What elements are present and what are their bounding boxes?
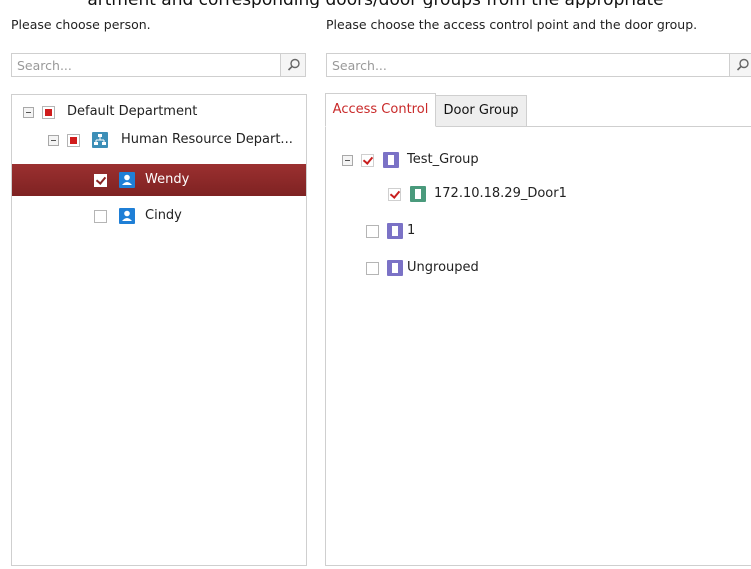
door-group-icon — [387, 260, 403, 276]
tree-node-wendy[interactable]: Wendy — [12, 164, 306, 196]
tree-node-label: 172.10.18.29_Door1 — [434, 186, 567, 201]
person-icon — [119, 172, 135, 188]
search-icon — [736, 58, 749, 71]
page-banner-text: artment and corresponding doors/door gro… — [0, 0, 751, 8]
tree-node-ungrouped[interactable]: Ungrouped — [326, 254, 751, 282]
partial-checkbox[interactable] — [42, 106, 55, 119]
person-search-input[interactable] — [12, 54, 280, 76]
access-search-button[interactable] — [729, 53, 751, 77]
tree-node-human-resource[interactable]: Human Resource Depart... — [12, 126, 306, 154]
tree-node-door1[interactable]: 172.10.18.29_Door1 — [326, 180, 751, 208]
access-search-box — [326, 53, 751, 77]
collapse-toggle[interactable] — [48, 135, 59, 146]
tree-node-cindy[interactable]: Cindy — [12, 202, 306, 230]
search-icon — [287, 58, 300, 71]
tree-node-default-department[interactable]: Default Department — [12, 98, 306, 126]
organization-icon — [92, 132, 108, 148]
person-search-box — [11, 53, 306, 77]
tree-node-label: Ungrouped — [407, 260, 479, 275]
door-icon — [410, 186, 426, 202]
person-search-button[interactable] — [280, 53, 306, 77]
collapse-toggle[interactable] — [342, 155, 353, 166]
tree-node-label: Human Resource Depart... — [121, 132, 293, 147]
unchecked-checkbox[interactable] — [94, 210, 107, 223]
checked-checkbox[interactable] — [94, 174, 107, 187]
tree-node-label: Cindy — [145, 208, 182, 223]
tree-node-group-1[interactable]: 1 — [326, 217, 751, 245]
unchecked-checkbox[interactable] — [366, 225, 379, 238]
person-pane-label: Please choose person. — [11, 17, 151, 32]
access-pane-label: Please choose the access control point a… — [326, 17, 698, 32]
collapse-toggle[interactable] — [23, 107, 34, 118]
tab-door-group[interactable]: Door Group — [435, 95, 527, 127]
tree-node-label: 1 — [407, 223, 416, 238]
person-icon — [119, 208, 135, 224]
tree-node-label: Default Department — [67, 104, 198, 119]
tree-node-label: Wendy — [145, 172, 190, 187]
partial-checkbox[interactable] — [67, 134, 80, 147]
unchecked-checkbox[interactable] — [366, 262, 379, 275]
tab-access-control[interactable]: Access Control — [325, 93, 436, 127]
checked-checkbox[interactable] — [361, 154, 374, 167]
door-group-icon — [387, 223, 403, 239]
access-search-input[interactable] — [327, 54, 727, 76]
person-tree-panel: Default Department Human Resource Depart… — [11, 94, 307, 566]
door-group-icon — [383, 152, 399, 168]
checked-checkbox[interactable] — [388, 188, 401, 201]
tree-node-test-group[interactable]: Test_Group — [326, 146, 751, 174]
access-tree-panel: Test_Group 172.10.18.29_Door1 1 Ungroupe… — [325, 126, 751, 566]
tree-node-label: Test_Group — [407, 152, 479, 167]
